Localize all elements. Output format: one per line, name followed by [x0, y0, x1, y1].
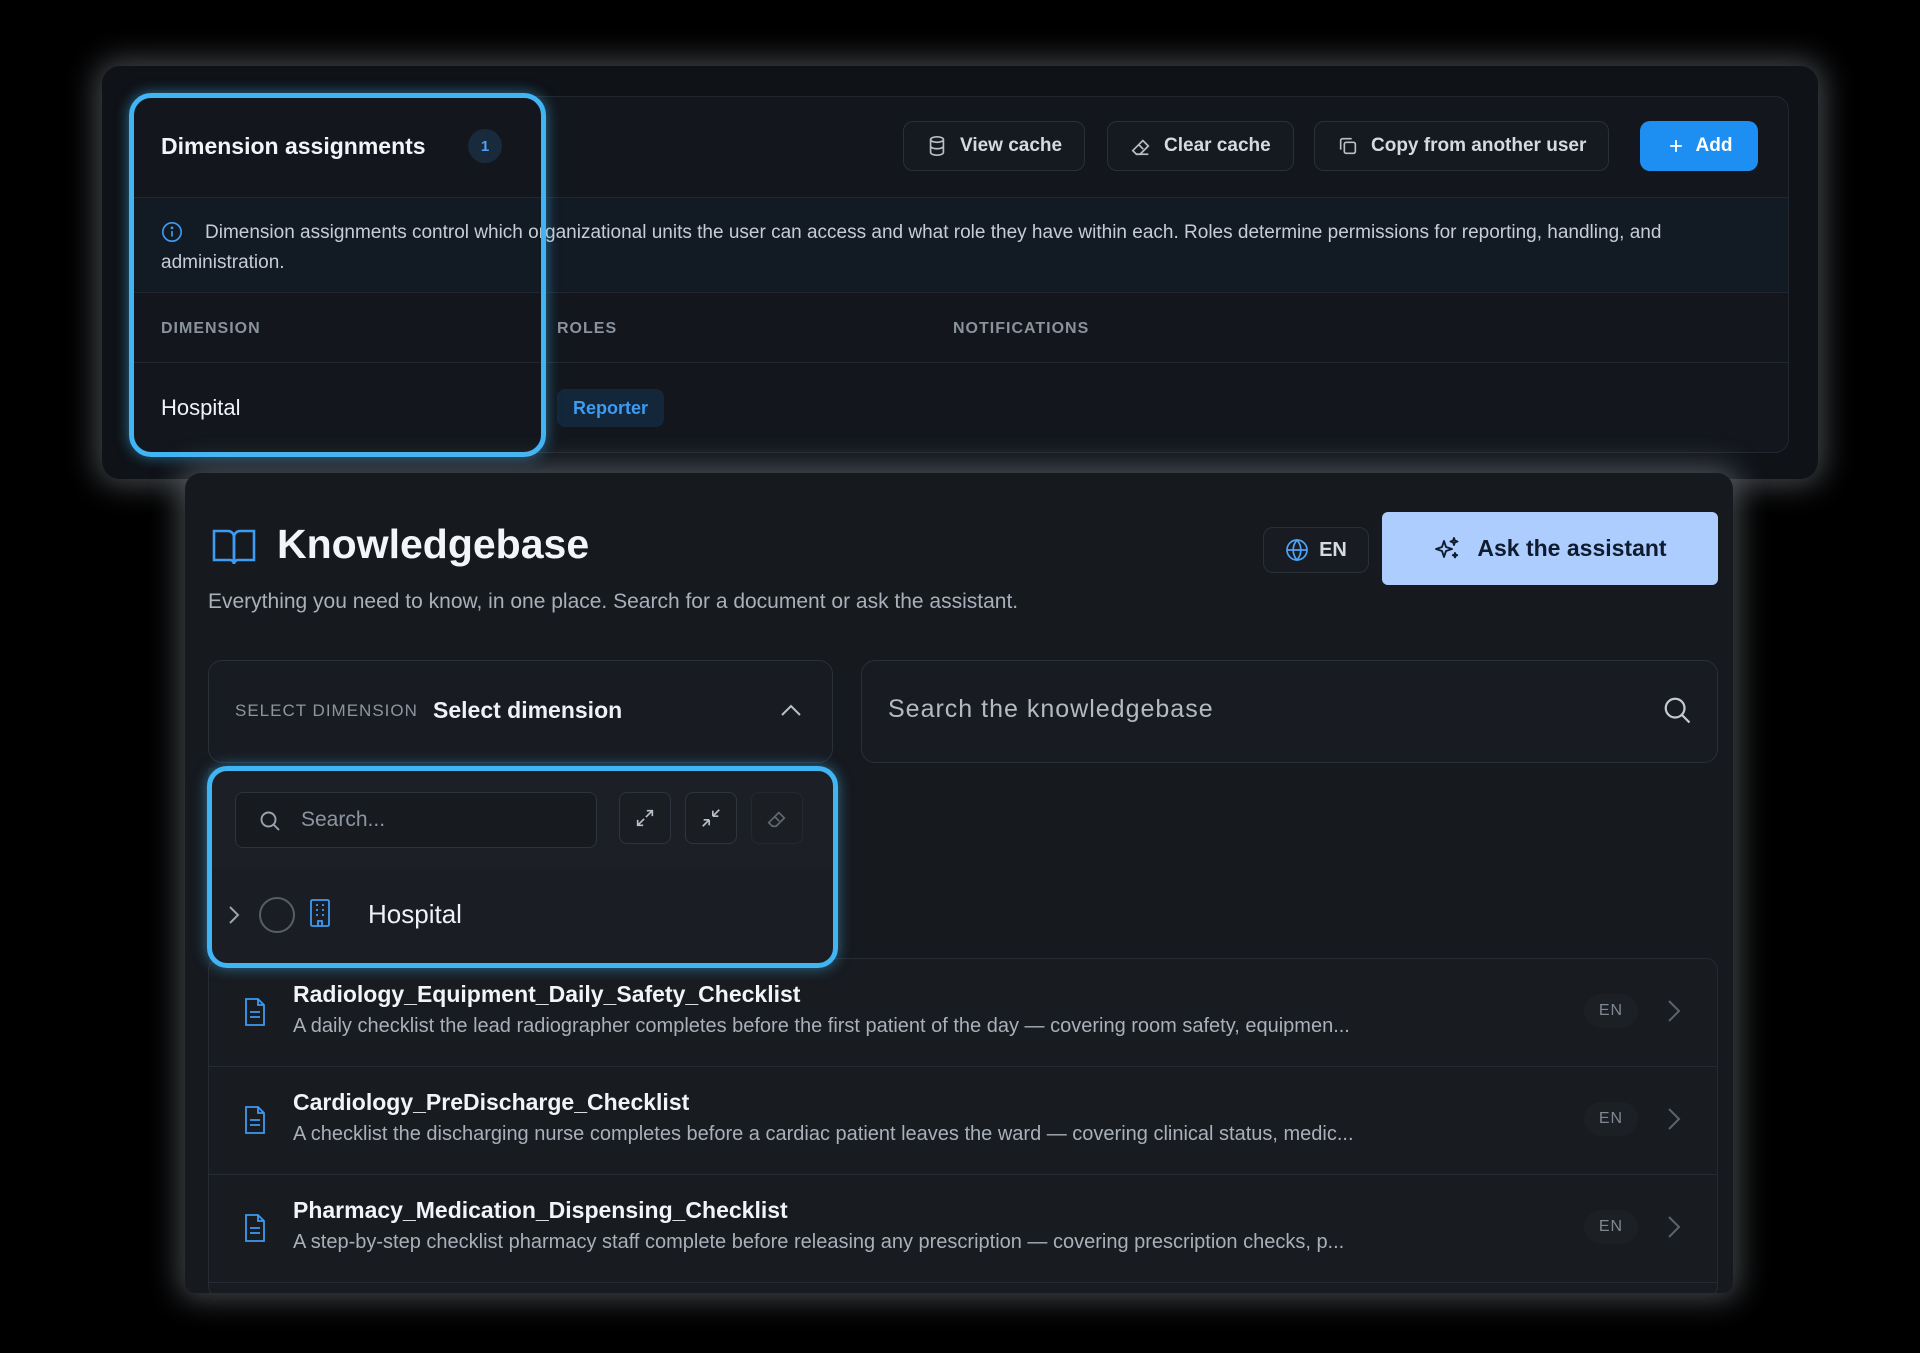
language-button[interactable]: EN: [1263, 527, 1369, 573]
ask-assistant-button[interactable]: Ask the assistant: [1382, 512, 1718, 585]
knowledgebase-search[interactable]: [861, 660, 1718, 763]
copy-from-user-label: Copy from another user: [1371, 135, 1587, 156]
document-description: A step-by-step checklist pharmacy staff …: [293, 1231, 1345, 1253]
page-title: Knowledgebase: [277, 521, 590, 567]
document-row[interactable]: Radiology_Equipment_Daily_Safety_Checkli…: [209, 959, 1717, 1067]
chevron-up-icon: [781, 704, 801, 716]
document-description: A checklist the discharging nurse comple…: [293, 1123, 1354, 1145]
clear-cache-button[interactable]: Clear cache: [1107, 121, 1294, 171]
view-cache-label: View cache: [960, 135, 1063, 156]
document-icon: [245, 1214, 265, 1242]
book-open-icon: [212, 529, 256, 565]
page-subtitle: Everything you need to know, in one plac…: [208, 590, 1019, 613]
eraser-icon: [1131, 139, 1150, 156]
dimension-select[interactable]: SELECT DIMENSION Select dimension: [208, 660, 833, 763]
dimension-select-label: SELECT DIMENSION: [235, 701, 418, 720]
document-language-badge: EN: [1584, 1210, 1638, 1244]
sparkles-icon: [1435, 536, 1459, 558]
add-button[interactable]: Add: [1640, 121, 1758, 171]
document-title: Cardiology_PreDischarge_Checklist: [293, 1089, 690, 1115]
database-icon: [929, 136, 945, 156]
globe-icon: [1286, 538, 1308, 562]
copy-icon: [1339, 137, 1357, 155]
column-header-roles: ROLES: [557, 320, 618, 337]
knowledgebase-search-input[interactable]: [888, 695, 1648, 724]
document-row[interactable]: Cardiology_PreDischarge_Checklist A chec…: [209, 1067, 1717, 1175]
add-label: Add: [1695, 135, 1733, 156]
language-label: EN: [1319, 538, 1347, 561]
highlight-frame-dimension-dropdown: [207, 766, 838, 968]
document-icon: [245, 998, 265, 1026]
chevron-right-icon: [1668, 1108, 1681, 1130]
plus-icon: [1669, 140, 1682, 152]
document-list: Radiology_Equipment_Daily_Safety_Checkli…: [208, 958, 1718, 1293]
view-cache-button[interactable]: View cache: [903, 121, 1086, 171]
dimension-select-value: Select dimension: [433, 697, 623, 723]
chevron-right-icon: [1668, 1216, 1681, 1238]
document-language-badge: EN: [1584, 994, 1638, 1028]
document-description: A daily checklist the lead radiographer …: [293, 1015, 1350, 1037]
document-title: Radiology_Equipment_Daily_Safety_Checkli…: [293, 981, 801, 1007]
document-language-badge: EN: [1584, 1102, 1638, 1136]
ask-assistant-label: Ask the assistant: [1477, 535, 1667, 561]
role-badge: Reporter: [557, 389, 665, 427]
document-icon: [245, 1106, 265, 1134]
search-icon[interactable]: [1662, 695, 1692, 725]
document-title: Pharmacy_Medication_Dispensing_Checklist: [293, 1197, 788, 1223]
copy-from-user-button[interactable]: Copy from another user: [1314, 121, 1610, 171]
chevron-right-icon: [1668, 1000, 1681, 1022]
column-header-notifications: NOTIFICATIONS: [953, 320, 1090, 337]
highlight-frame-dimension-assignments: [129, 93, 546, 457]
clear-cache-label: Clear cache: [1164, 135, 1271, 156]
document-row[interactable]: Pharmacy_Medication_Dispensing_Checklist…: [209, 1175, 1717, 1283]
